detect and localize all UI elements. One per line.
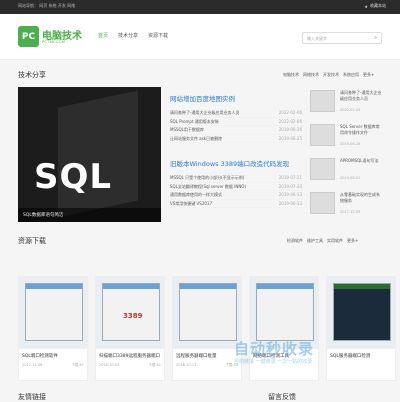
tech-link-1[interactable]: 电脑技术 bbox=[283, 72, 299, 78]
side-item[interactable]: 请问各种了-通用大企业级应用业务人员 2022-02-06 bbox=[310, 90, 382, 115]
watermark-text: 自动秒收录 bbox=[234, 340, 315, 358]
footer-feedback-title: 留言反馈 bbox=[268, 393, 296, 401]
top-bar: 网站导航： 网页 系统 开发 网络 ★ 收藏本站 bbox=[0, 0, 400, 14]
card-title: 远程服务器端口批量 bbox=[176, 354, 217, 359]
list-item[interactable]: VS常用快捷键 VS2017 2019-06-13 bbox=[170, 200, 302, 208]
download-card[interactable]: 远程服务器端口批量 2016-10-11 下载:44 bbox=[172, 276, 242, 381]
thumbnail bbox=[310, 158, 335, 180]
thumbnail bbox=[310, 124, 335, 146]
featured-article[interactable]: SQL SQL数据库语句简洁 bbox=[18, 87, 161, 222]
star-icon: ★ bbox=[364, 3, 368, 9]
list-item[interactable]: 让网站服务文件.ask已被删除 2019-06-25 bbox=[170, 135, 302, 143]
tech-link-4[interactable]: 系统应用 bbox=[343, 72, 359, 78]
card-screenshot bbox=[173, 277, 241, 349]
footer-links-title: 友情链接 bbox=[18, 393, 46, 401]
search-icon[interactable]: ⌕ bbox=[374, 35, 377, 41]
side-item[interactable]: SQL Server 数据库常用命令操作文件 2019-06-26 bbox=[310, 124, 382, 149]
card-screenshot bbox=[327, 277, 395, 349]
main-nav: 首页 技术分享 资源下载 bbox=[98, 32, 168, 39]
thumbnail bbox=[310, 90, 335, 112]
card-screenshot bbox=[19, 277, 87, 349]
featured-caption: SQL数据库语句简洁 bbox=[18, 208, 161, 222]
side-item[interactable]: 从零基础实现的生成系统服务 2017-12-05 bbox=[310, 192, 382, 217]
tech-link-more[interactable]: 更多+ bbox=[363, 72, 374, 78]
site-nav-text: 网站导航： 网页 系统 开发 网络 bbox=[18, 3, 76, 8]
thumbnail bbox=[310, 192, 335, 214]
download-link-1[interactable]: 检测软件 bbox=[287, 238, 303, 244]
list-item[interactable]: SQL Prompt 通用版本安装 2022-02-06 bbox=[170, 118, 302, 126]
search-input[interactable]: 输入关键字 ⌕ bbox=[302, 32, 382, 44]
app-window bbox=[25, 283, 83, 341]
card-title: SQL端口检测软件 bbox=[22, 354, 58, 359]
nav-tech[interactable]: 技术分享 bbox=[118, 32, 138, 39]
group-heading[interactable]: 网站增加百度地图实例 bbox=[170, 93, 302, 103]
list-item[interactable]: 通用数据库使用的一样大模式 2019-06-13 bbox=[170, 191, 302, 200]
side-item[interactable]: APROMSQL语句写法 2019-06-01 bbox=[310, 158, 382, 183]
section-title-tech: 技术分享 bbox=[18, 71, 46, 79]
card-screenshot: 3389 bbox=[96, 277, 164, 349]
tech-link-3[interactable]: 开发技术 bbox=[323, 72, 339, 78]
side-articles: 请问各种了-通用大企业级应用业务人员 2022-02-06 SQL Server … bbox=[310, 90, 382, 226]
download-category-links: 检测软件 维护工具 实用软件 更多+ bbox=[287, 238, 358, 244]
nav-download[interactable]: 资源下载 bbox=[148, 32, 168, 39]
download-link-3[interactable]: 实用软件 bbox=[327, 238, 343, 244]
download-link-more[interactable]: 更多+ bbox=[347, 238, 358, 244]
header: PC 电脑技术 PCTEK.COM 首页 技术分享 资源下载 输入关键字 ⌕ bbox=[0, 14, 400, 60]
nav-home[interactable]: 首页 bbox=[98, 32, 108, 39]
bookmark-link[interactable]: ★ 收藏本站 bbox=[364, 3, 386, 9]
app-window bbox=[333, 283, 391, 341]
featured-sql-text: SQL bbox=[34, 157, 113, 197]
download-link-2[interactable]: 维护工具 bbox=[307, 238, 323, 244]
list-item[interactable]: SQL全站翻译教程(Sql server 数据 INNO) 2019-07-20 bbox=[170, 183, 302, 191]
download-card[interactable]: SQL服务器端口检测 bbox=[326, 276, 396, 381]
app-window bbox=[256, 283, 314, 341]
tech-category-links: 电脑技术 网络技术 开发技术 系统应用 更多+ bbox=[283, 72, 374, 78]
card-title: SQL服务器端口检测 bbox=[330, 354, 371, 359]
featured-shape bbox=[58, 90, 138, 218]
section-title-download: 资源下载 bbox=[18, 237, 46, 245]
card-title: 扫描端口3389远程服务器端口 bbox=[99, 354, 160, 359]
download-card[interactable]: 网络端口检测工具 bbox=[249, 276, 319, 381]
watermark-subtext: 自助链接 一键收录 一次一钻的收录 bbox=[234, 359, 313, 365]
logo[interactable]: PC bbox=[18, 26, 39, 47]
list-item[interactable]: 请问各种了-通用大企业级应用业务人员 2022-02-06 bbox=[170, 109, 302, 118]
app-window: 3389 bbox=[102, 283, 160, 341]
tech-link-2[interactable]: 网络技术 bbox=[303, 72, 319, 78]
app-window bbox=[179, 283, 237, 341]
group-heading[interactable]: 旧版本Windows 3389端口改造代码发现 bbox=[170, 158, 302, 168]
list-item[interactable]: MSSQL 只是个使用的小部分(不显示示例) 2019-07-21 bbox=[170, 174, 302, 183]
download-cards: SQL端口检测软件 2017-12-08 下载:47 3389 扫描端口3389远… bbox=[18, 276, 396, 381]
list-item[interactable]: MSSQL用于数据库 2019-06-26 bbox=[170, 126, 302, 135]
download-card[interactable]: 3389 扫描端口3389远程服务器端口 2016-10-04 下载:41 bbox=[95, 276, 165, 381]
article-group-1: 网站增加百度地图实例 请问各种了-通用大企业级应用业务人员 2022-02-06 … bbox=[170, 93, 302, 143]
download-card[interactable]: SQL端口检测软件 2017-12-08 下载:47 bbox=[18, 276, 88, 381]
site-subtitle: PCTEK.COM bbox=[42, 40, 66, 44]
article-group-2: 旧版本Windows 3389端口改造代码发现 MSSQL 只是个使用的小部分(… bbox=[170, 158, 302, 208]
